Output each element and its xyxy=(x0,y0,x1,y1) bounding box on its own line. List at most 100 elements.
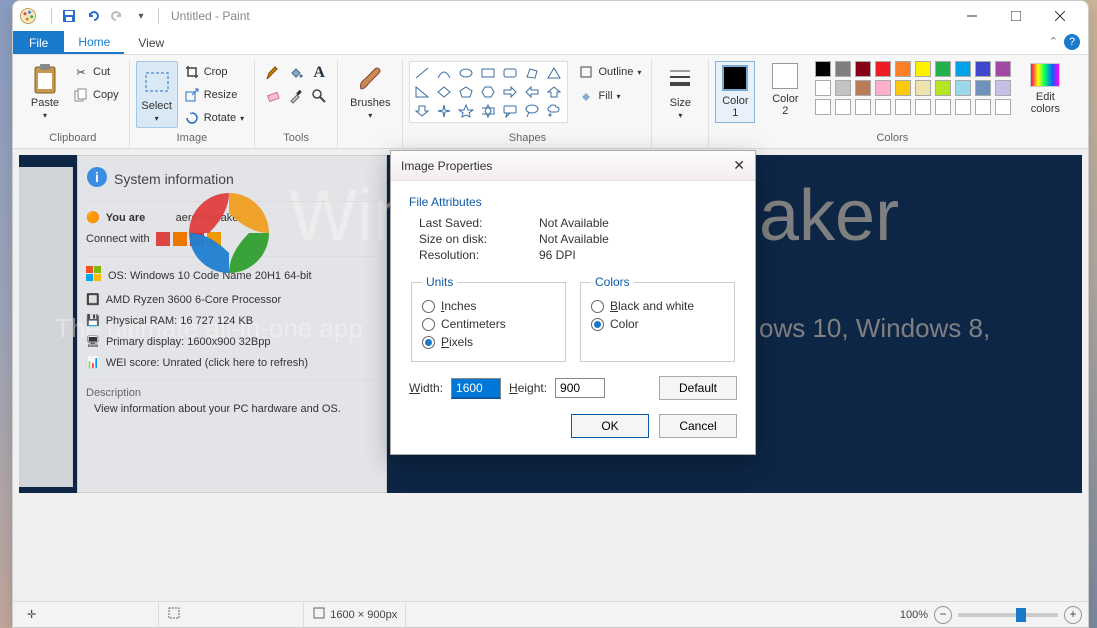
crop-button[interactable]: Crop xyxy=(180,61,248,83)
color-swatch[interactable] xyxy=(895,80,911,96)
color-swatch[interactable] xyxy=(835,80,851,96)
undo-icon[interactable] xyxy=(82,5,104,27)
color-swatch[interactable] xyxy=(815,99,831,115)
outline-button[interactable]: Outline ▾ xyxy=(574,61,645,83)
bucket-icon[interactable] xyxy=(286,63,306,83)
units-inches-radio[interactable]: Inches xyxy=(422,297,555,315)
line-icon[interactable] xyxy=(412,64,432,82)
zoom-in-button[interactable]: + xyxy=(1064,606,1082,624)
size-button[interactable]: Size▾ xyxy=(658,61,702,122)
color-swatch[interactable] xyxy=(955,61,971,77)
diamond-icon[interactable] xyxy=(434,83,454,101)
star6-icon[interactable] xyxy=(478,102,498,120)
color-swatch[interactable] xyxy=(855,61,871,77)
color-swatch[interactable] xyxy=(975,80,991,96)
color-swatch[interactable] xyxy=(995,99,1011,115)
polygon-icon[interactable] xyxy=(522,64,542,82)
zoom-slider[interactable] xyxy=(958,613,1058,617)
color-swatch[interactable] xyxy=(915,80,931,96)
units-fieldset: Units Inches Centimeters Pixels xyxy=(411,275,566,362)
color-swatch[interactable] xyxy=(875,80,891,96)
pentagon-icon[interactable] xyxy=(456,83,476,101)
color-swatch[interactable] xyxy=(935,61,951,77)
rect-icon[interactable] xyxy=(478,64,498,82)
color-swatch[interactable] xyxy=(855,80,871,96)
copy-button[interactable]: Copy xyxy=(69,84,123,106)
save-icon[interactable] xyxy=(58,5,80,27)
collapse-ribbon-icon[interactable]: ⌃ xyxy=(1049,35,1058,48)
color-swatch[interactable] xyxy=(915,61,931,77)
dialog-close-button[interactable]: ✕ xyxy=(733,157,745,174)
color-swatch[interactable] xyxy=(815,80,831,96)
color-swatch[interactable] xyxy=(835,99,851,115)
text-icon[interactable]: A xyxy=(309,63,329,83)
callout-rect-icon[interactable] xyxy=(500,102,520,120)
oval-icon[interactable] xyxy=(456,64,476,82)
cut-button[interactable]: ✂Cut xyxy=(69,61,123,83)
qat-dropdown-icon[interactable]: ▾ xyxy=(130,5,152,27)
cancel-button[interactable]: Cancel xyxy=(659,414,737,438)
hexagon-icon[interactable] xyxy=(478,83,498,101)
pencil-icon[interactable] xyxy=(263,63,283,83)
color-swatch[interactable] xyxy=(935,99,951,115)
tab-file[interactable]: File xyxy=(13,31,64,54)
color-swatch[interactable] xyxy=(895,61,911,77)
star4-icon[interactable] xyxy=(434,102,454,120)
units-cm-radio[interactable]: Centimeters xyxy=(422,315,555,333)
resize-button[interactable]: Resize xyxy=(180,84,248,106)
redo-icon[interactable] xyxy=(106,5,128,27)
brushes-button[interactable]: Brushes▾ xyxy=(344,61,396,122)
color-swatch[interactable] xyxy=(975,99,991,115)
maximize-button[interactable] xyxy=(994,1,1038,31)
round-rect-icon[interactable] xyxy=(500,64,520,82)
arrow-up-icon[interactable] xyxy=(544,83,564,101)
eraser-icon[interactable] xyxy=(263,86,283,106)
height-input[interactable] xyxy=(555,378,605,398)
colors-color-radio[interactable]: Color xyxy=(591,315,724,333)
shapes-gallery[interactable] xyxy=(409,61,568,123)
color-swatch[interactable] xyxy=(835,61,851,77)
rotate-button[interactable]: Rotate ▾ xyxy=(180,107,248,129)
ok-button[interactable]: OK xyxy=(571,414,649,438)
arrow-left-icon[interactable] xyxy=(522,83,542,101)
color-swatch[interactable] xyxy=(995,80,1011,96)
paste-button[interactable]: Paste▾ xyxy=(23,61,67,122)
ribbon-tabs: File Home View ⌃ ? xyxy=(13,31,1088,55)
eyedropper-icon[interactable] xyxy=(286,86,306,106)
color-swatch[interactable] xyxy=(915,99,931,115)
edit-colors-button[interactable]: Edit colors xyxy=(1021,61,1069,117)
color-swatch[interactable] xyxy=(935,80,951,96)
color1-button[interactable]: Color 1 xyxy=(715,61,755,123)
color-swatch[interactable] xyxy=(815,61,831,77)
help-icon[interactable]: ? xyxy=(1064,34,1080,50)
color-swatch[interactable] xyxy=(955,80,971,96)
units-pixels-radio[interactable]: Pixels xyxy=(422,333,555,351)
default-button[interactable]: Default xyxy=(659,376,737,400)
color-swatch[interactable] xyxy=(995,61,1011,77)
color-swatch[interactable] xyxy=(875,99,891,115)
curve-icon[interactable] xyxy=(434,64,454,82)
color-swatch[interactable] xyxy=(955,99,971,115)
color2-button[interactable]: Color 2 xyxy=(763,61,807,119)
arrow-right-icon[interactable] xyxy=(500,83,520,101)
color-swatch[interactable] xyxy=(855,99,871,115)
color-swatch[interactable] xyxy=(875,61,891,77)
fill-button[interactable]: Fill ▾ xyxy=(574,85,645,107)
arrow-down-icon[interactable] xyxy=(412,102,432,120)
callout-cloud-icon[interactable] xyxy=(544,102,564,120)
star5-icon[interactable] xyxy=(456,102,476,120)
select-button[interactable]: Select▾ xyxy=(136,61,178,128)
right-triangle-icon[interactable] xyxy=(412,83,432,101)
colors-bw-radio[interactable]: Black and white xyxy=(591,297,724,315)
callout-oval-icon[interactable] xyxy=(522,102,542,120)
color-swatch[interactable] xyxy=(895,99,911,115)
triangle-icon[interactable] xyxy=(544,64,564,82)
zoom-out-button[interactable]: − xyxy=(934,606,952,624)
minimize-button[interactable] xyxy=(950,1,994,31)
tab-view[interactable]: View xyxy=(124,31,178,54)
close-button[interactable] xyxy=(1038,1,1082,31)
color-swatch[interactable] xyxy=(975,61,991,77)
width-input[interactable] xyxy=(451,378,501,399)
magnifier-icon[interactable] xyxy=(309,86,329,106)
tab-home[interactable]: Home xyxy=(64,31,124,54)
